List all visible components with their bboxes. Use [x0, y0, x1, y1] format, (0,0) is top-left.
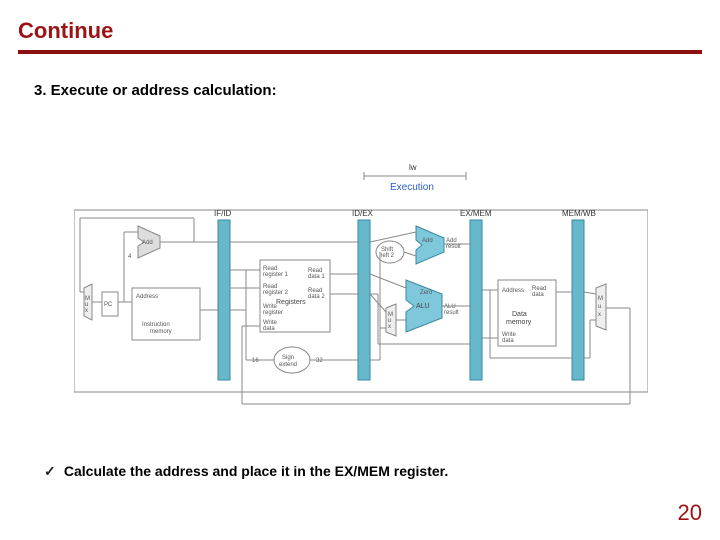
svg-text:data: data: [263, 326, 275, 332]
bullet-line: ✓ Calculate the address and place it in …: [44, 463, 448, 480]
wb-mux: M: [598, 296, 603, 302]
stage-id-ex: ID/EX: [352, 209, 374, 218]
lw-label: lw: [409, 163, 417, 172]
registers: Registers: [276, 299, 306, 306]
in16: 16: [252, 358, 259, 364]
svg-text:x: x: [388, 324, 391, 330]
svg-text:extend: extend: [279, 362, 297, 368]
svg-text:register 2: register 2: [263, 290, 289, 296]
stage-ex-mem: EX/MEM: [460, 209, 492, 218]
four: 4: [128, 254, 132, 260]
dmem: Data: [512, 311, 527, 318]
svg-text:memory: memory: [506, 319, 532, 326]
svg-text:data 2: data 2: [308, 294, 325, 300]
alu: ALU: [416, 303, 430, 310]
page-title: Continue: [0, 0, 720, 50]
section-heading: 3. Execute or address calculation:: [0, 54, 720, 99]
svg-text:data: data: [502, 338, 514, 344]
svg-text:u: u: [598, 304, 601, 310]
svg-text:register: register: [263, 310, 283, 316]
svg-text:register 1: register 1: [263, 272, 289, 278]
svg-text:x: x: [85, 308, 88, 314]
stage-mem-wb: MEM/WB: [562, 209, 596, 218]
stage-if-id: IF/ID: [214, 209, 232, 218]
phase-label: Execution: [390, 182, 434, 193]
bullet-text: Calculate the address and place it in th…: [64, 463, 448, 479]
add: Add: [142, 240, 153, 246]
page-number: 20: [678, 500, 702, 526]
imem-addr: Address: [136, 294, 158, 300]
svg-text:memory: memory: [150, 329, 172, 335]
pipeline-diagram: lw Execution IF/ID ID/EX EX/MEM MEM/WB M…: [74, 160, 648, 400]
zero: Zero: [420, 290, 433, 296]
check-icon: ✓: [44, 463, 60, 480]
svg-text:data 1: data 1: [308, 274, 325, 280]
svg-text:result: result: [444, 310, 459, 316]
add2: Add: [422, 238, 433, 244]
pc: PC: [104, 302, 113, 308]
imem: Instruction: [142, 322, 170, 328]
svg-text:left 2: left 2: [381, 253, 395, 259]
signext: Sign: [282, 355, 294, 361]
out32: 32: [316, 358, 323, 364]
dmem-addr: Address: [502, 288, 524, 294]
svg-text:data: data: [532, 292, 544, 298]
svg-text:x: x: [598, 312, 601, 318]
svg-text:result: result: [446, 244, 461, 250]
